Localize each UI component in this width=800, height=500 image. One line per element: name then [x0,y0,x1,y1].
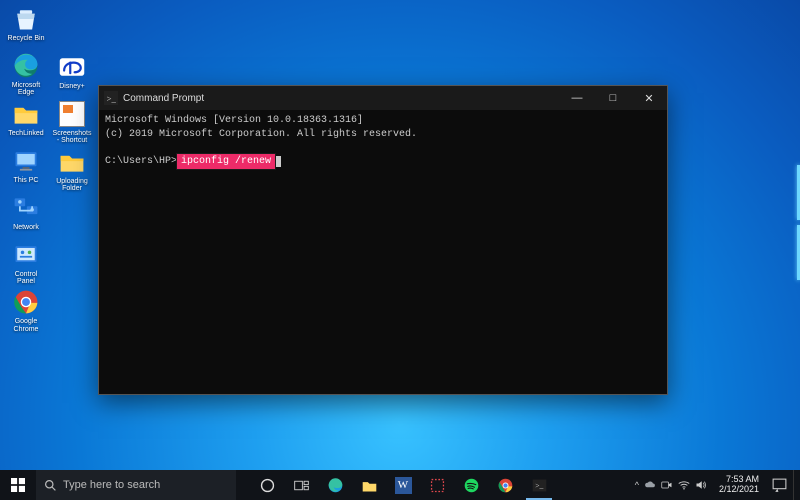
window-title: Command Prompt [123,93,559,104]
close-button[interactable]: ✕ [631,86,667,110]
taskbar-explorer[interactable] [352,470,386,500]
search-icon [44,479,57,492]
start-button[interactable] [0,470,36,500]
copyright-line: (c) 2019 Microsoft Corporation. All righ… [105,129,417,140]
icon-label: Recycle Bin [8,35,45,49]
svg-text:>_: >_ [535,481,543,490]
icon-label: Network [13,224,39,238]
icon-label: Disney+ [59,83,84,97]
screenshot-graphic [59,101,85,127]
taskbar-word[interactable]: W [386,470,420,500]
window-titlebar[interactable]: >_ Command Prompt — □ ✕ [99,86,667,110]
typed-command: ipconfig /renew [177,154,275,169]
taskbar-cmd[interactable]: >_ [522,470,556,500]
disney-plus-icon[interactable]: Disney+ [52,52,92,97]
icon-label: Control Panel [6,271,46,286]
taskbar-spotify[interactable] [454,470,488,500]
tray-chevron-icon[interactable]: ^ [635,480,639,490]
this-pc-icon[interactable]: This PC [6,146,46,191]
volume-icon[interactable] [695,479,707,491]
icon-label: Screenshots - Shortcut [52,130,92,145]
icon-label: Uploading Folder [52,178,92,193]
icon-label: TechLinked [8,130,43,144]
network-icon[interactable]: Network [6,193,46,238]
taskbar: Type here to search W >_ ^ 7:53 AM [0,470,800,500]
version-line: Microsoft Windows [Version 10.0.18363.13… [105,115,363,126]
screenshots-shortcut-icon[interactable]: Screenshots - Shortcut [52,99,92,145]
cortana-button[interactable] [250,470,284,500]
show-desktop-button[interactable] [793,470,798,500]
uploading-folder-icon[interactable]: Uploading Folder [52,147,92,193]
microsoft-edge-icon[interactable]: Microsoft Edge [6,51,46,97]
action-center-button[interactable] [765,470,793,500]
cmd-icon: >_ [104,91,118,105]
prompt-path: C:\Users\HP> [105,156,177,167]
system-tray[interactable]: ^ [629,479,713,491]
minimize-button[interactable]: — [559,86,595,110]
control-panel-icon[interactable]: Control Panel [6,240,46,286]
search-placeholder: Type here to search [63,479,160,491]
text-cursor [275,156,281,167]
taskbar-search[interactable]: Type here to search [36,470,236,500]
terminal-output[interactable]: Microsoft Windows [Version 10.0.18363.13… [99,110,667,172]
taskbar-snip[interactable] [420,470,454,500]
icon-label: This PC [14,177,39,191]
svg-text:>_: >_ [107,94,117,104]
techlinked-folder-icon[interactable]: TechLinked [6,99,46,144]
maximize-button[interactable]: □ [595,86,631,110]
recycle-bin-icon[interactable]: Recycle Bin [6,4,46,49]
clock-date: 2/12/2021 [719,485,759,495]
desktop-icons: Recycle Bin Microsoft Edge TechLinked Th… [6,4,92,333]
icon-label: Microsoft Edge [6,82,46,97]
google-chrome-icon[interactable]: Google Chrome [6,287,46,333]
desktop[interactable]: Recycle Bin Microsoft Edge TechLinked Th… [0,0,800,500]
windows-logo-icon [11,478,25,492]
task-view-button[interactable] [284,470,318,500]
meet-now-icon[interactable] [661,479,673,491]
icon-label: Google Chrome [6,318,46,333]
onedrive-icon[interactable] [644,479,656,491]
taskbar-edge[interactable] [318,470,352,500]
wifi-icon[interactable] [678,479,690,491]
taskbar-chrome[interactable] [488,470,522,500]
command-prompt-window[interactable]: >_ Command Prompt — □ ✕ Microsoft Window… [98,85,668,395]
taskbar-clock[interactable]: 7:53 AM 2/12/2021 [713,475,765,495]
